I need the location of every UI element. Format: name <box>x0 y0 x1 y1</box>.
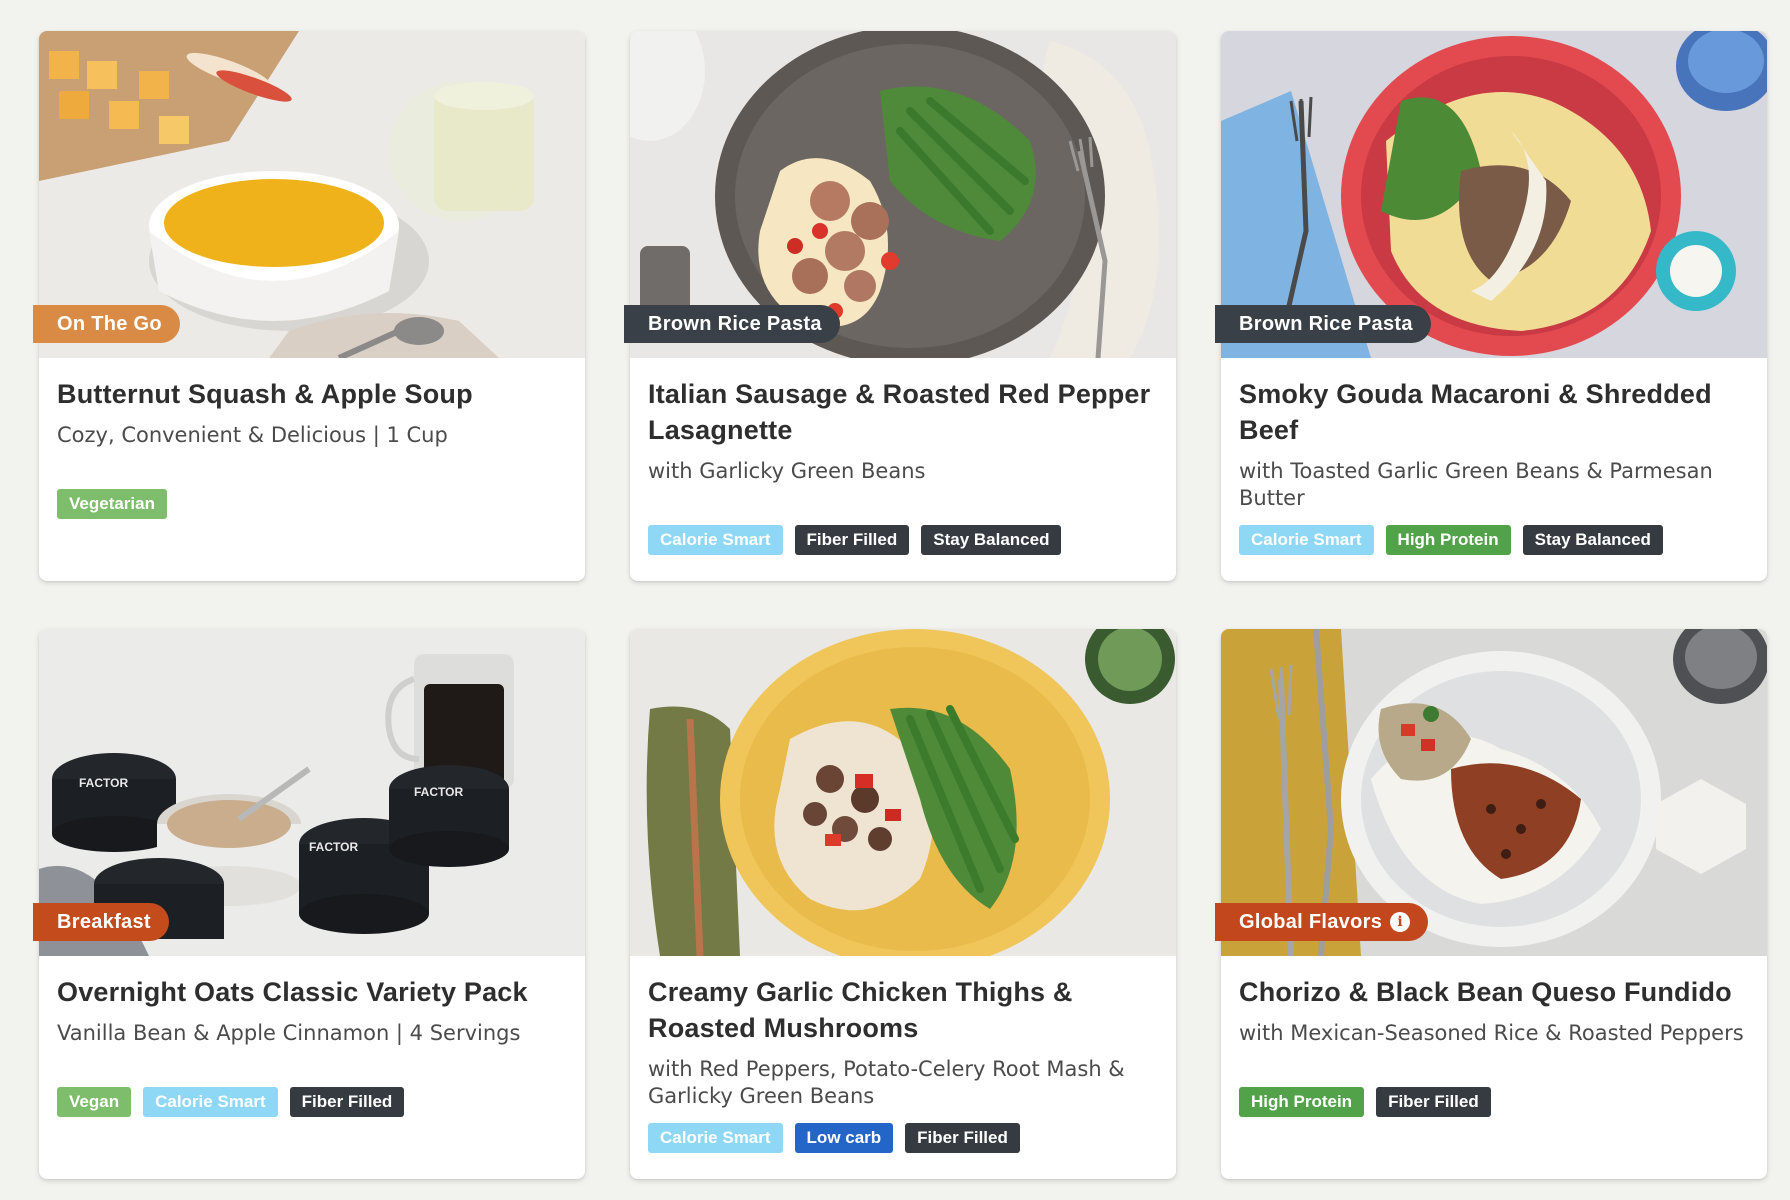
meal-card-creamy-garlic-chicken[interactable]: Creamy Garlic Chicken Thighs & Roasted M… <box>630 629 1176 1179</box>
tag-fiber-filled: Fiber Filled <box>289 1087 405 1117</box>
meal-image[interactable] <box>630 629 1176 956</box>
category-badge: Brown Rice Pasta <box>624 305 840 343</box>
meal-title[interactable]: Creamy Garlic Chicken Thighs & Roasted M… <box>648 974 1158 1046</box>
meal-card-italian-sausage-lasagnette[interactable]: Brown Rice Pasta Italian Sausage & Roast… <box>624 31 1176 581</box>
meal-subtitle: with Garlicky Green Beans <box>648 459 926 483</box>
tag-calorie-smart: Calorie Smart <box>648 1123 783 1153</box>
category-label: Brown Rice Pasta <box>1239 313 1413 335</box>
meal-subtitle: with Toasted Garlic Green Beans & Parmes… <box>1239 459 1713 510</box>
category-label: Global Flavors <box>1239 911 1383 933</box>
category-badge: Global Flavors i <box>1215 903 1429 941</box>
meal-subtitle: with Red Peppers, Potato-Celery Root Mas… <box>648 1057 1125 1108</box>
tag-calorie-smart: Calorie Smart <box>1239 525 1374 555</box>
category-label: Brown Rice Pasta <box>648 313 822 335</box>
brand-text: FACTOR <box>309 840 358 854</box>
category-badge: Brown Rice Pasta <box>1215 305 1431 343</box>
tag-vegetarian: Vegetarian <box>57 489 167 519</box>
meal-card-overnight-oats[interactable]: FACTOR FACTOR FACTOR Breakfast Overnight… <box>33 629 585 1179</box>
meal-subtitle: Cozy, Convenient & Delicious | 1 Cup <box>57 423 448 447</box>
meal-card-butternut-squash-soup[interactable]: On The Go Butternut Squash & Apple Soup … <box>33 31 585 581</box>
tag-fiber-filled: Fiber Filled <box>794 525 910 555</box>
tag-list: Calorie Smart Low carb Fiber Filled <box>648 1123 1020 1153</box>
meal-title[interactable]: Overnight Oats Classic Variety Pack <box>57 974 567 1010</box>
category-badge: Breakfast <box>33 903 169 941</box>
meal-title[interactable]: Smoky Gouda Macaroni & Shredded Beef <box>1239 376 1749 448</box>
chicken-photo <box>630 629 1176 956</box>
meal-subtitle: with Mexican-Seasoned Rice & Roasted Pep… <box>1239 1021 1744 1045</box>
info-icon[interactable]: i <box>1390 912 1411 932</box>
tag-high-protein: High Protein <box>1385 525 1511 555</box>
tag-list: Calorie Smart High Protein Stay Balanced <box>1239 525 1663 555</box>
meal-title[interactable]: Italian Sausage & Roasted Red Pepper Las… <box>648 376 1158 448</box>
meal-grid: On The Go Butternut Squash & Apple Soup … <box>33 31 1767 1179</box>
tag-list: Vegetarian <box>57 489 167 519</box>
tag-calorie-smart: Calorie Smart <box>143 1087 278 1117</box>
tag-stay-balanced: Stay Balanced <box>921 525 1062 555</box>
tag-list: Calorie Smart Fiber Filled Stay Balanced <box>648 525 1062 555</box>
meal-card-chorizo-queso-fundido[interactable]: Global Flavors i Chorizo & Black Bean Qu… <box>1215 629 1767 1179</box>
tag-stay-balanced: Stay Balanced <box>1522 525 1663 555</box>
tag-low-carb: Low carb <box>794 1123 894 1153</box>
tag-fiber-filled: Fiber Filled <box>1376 1087 1491 1117</box>
tag-fiber-filled: Fiber Filled <box>905 1123 1020 1153</box>
category-label: Breakfast <box>57 911 151 933</box>
category-label: On The Go <box>57 313 162 335</box>
tag-list: Vegan Calorie Smart Fiber Filled <box>57 1087 405 1117</box>
brand-text: FACTOR <box>79 776 128 790</box>
tag-calorie-smart: Calorie Smart <box>648 525 783 555</box>
brand-text: FACTOR <box>414 785 463 799</box>
meal-title[interactable]: Butternut Squash & Apple Soup <box>57 376 567 412</box>
meal-card-smoky-gouda-macaroni[interactable]: Brown Rice Pasta Smoky Gouda Macaroni & … <box>1215 31 1767 581</box>
meal-subtitle: Vanilla Bean & Apple Cinnamon | 4 Servin… <box>57 1021 521 1045</box>
tag-vegan: Vegan <box>57 1087 132 1117</box>
category-badge: On The Go <box>33 305 180 343</box>
meal-title[interactable]: Chorizo & Black Bean Queso Fundido <box>1239 974 1749 1010</box>
tag-high-protein: High Protein <box>1239 1087 1365 1117</box>
tag-list: High Protein Fiber Filled <box>1239 1087 1491 1117</box>
